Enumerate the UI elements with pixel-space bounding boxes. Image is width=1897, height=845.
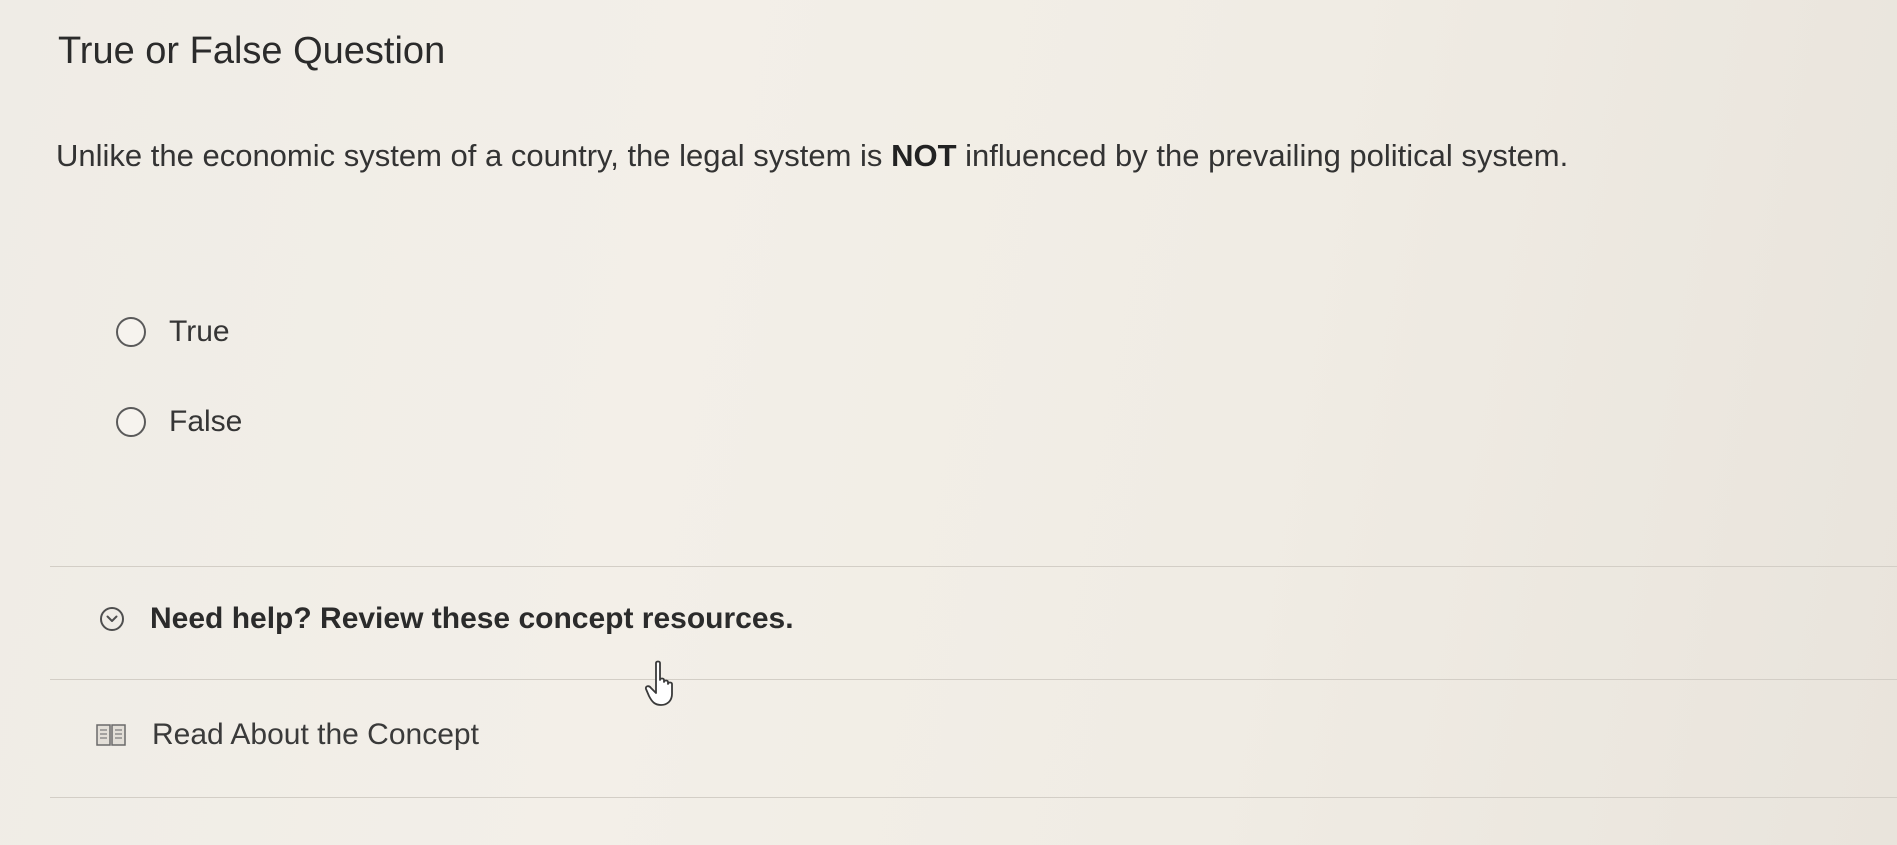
page-title: True or False Question: [58, 30, 446, 72]
chevron-down-circle-icon[interactable]: [100, 607, 124, 631]
read-about-concept-link[interactable]: Read About the Concept: [96, 718, 479, 752]
chevron-down-icon: [106, 615, 118, 622]
divider-middle: [50, 679, 1897, 680]
question-text-emphasis: NOT: [891, 138, 957, 173]
divider-top: [50, 566, 1897, 567]
read-about-concept-label: Read About the Concept: [152, 718, 479, 751]
concept-resources-toggle[interactable]: Need help? Review these concept resource…: [100, 602, 794, 636]
radio-button-false[interactable]: [116, 407, 146, 437]
hand-pointer-cursor-icon: [644, 660, 673, 706]
option-label-false: False: [169, 405, 243, 438]
divider-bottom: [50, 797, 1897, 798]
radio-button-true[interactable]: [116, 317, 146, 347]
concept-resources-label: Need help? Review these concept resource…: [150, 602, 794, 635]
option-label-true: True: [169, 315, 230, 348]
question-text-end: influenced by the prevailing political s…: [956, 138, 1569, 173]
book-icon: [96, 724, 126, 746]
option-true[interactable]: True: [116, 312, 230, 352]
option-false[interactable]: False: [116, 402, 242, 442]
question-page: True or False Question Unlike the econom…: [0, 0, 1897, 845]
question-text: Unlike the economic system of a country,…: [56, 138, 1568, 174]
question-text-start: Unlike the economic system of a country,…: [56, 138, 892, 173]
